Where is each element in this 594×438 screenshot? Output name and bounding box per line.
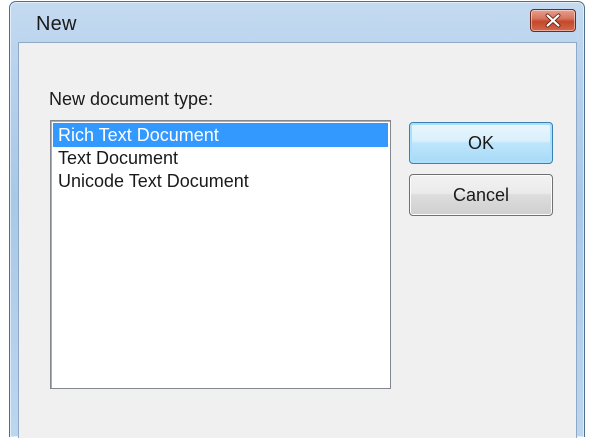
dialog-client-area: New document type: Rich Text Document Te… (18, 42, 577, 438)
ok-button[interactable]: OK (409, 122, 553, 164)
window-title: New (36, 13, 77, 35)
document-type-label: New document type: (49, 89, 214, 109)
close-button[interactable] (530, 9, 576, 32)
list-item-unicode-text-document[interactable]: Unicode Text Document (53, 169, 388, 193)
cancel-button[interactable]: Cancel (409, 174, 553, 216)
document-type-list[interactable]: Rich Text Document Text Document Unicode… (50, 120, 391, 389)
close-icon (545, 13, 561, 28)
list-item-rich-text-document[interactable]: Rich Text Document (53, 123, 388, 147)
title-bar[interactable]: New (10, 2, 584, 42)
new-document-dialog: New New document type: Rich Text Documen… (9, 1, 585, 438)
list-item-text-document[interactable]: Text Document (53, 146, 388, 170)
